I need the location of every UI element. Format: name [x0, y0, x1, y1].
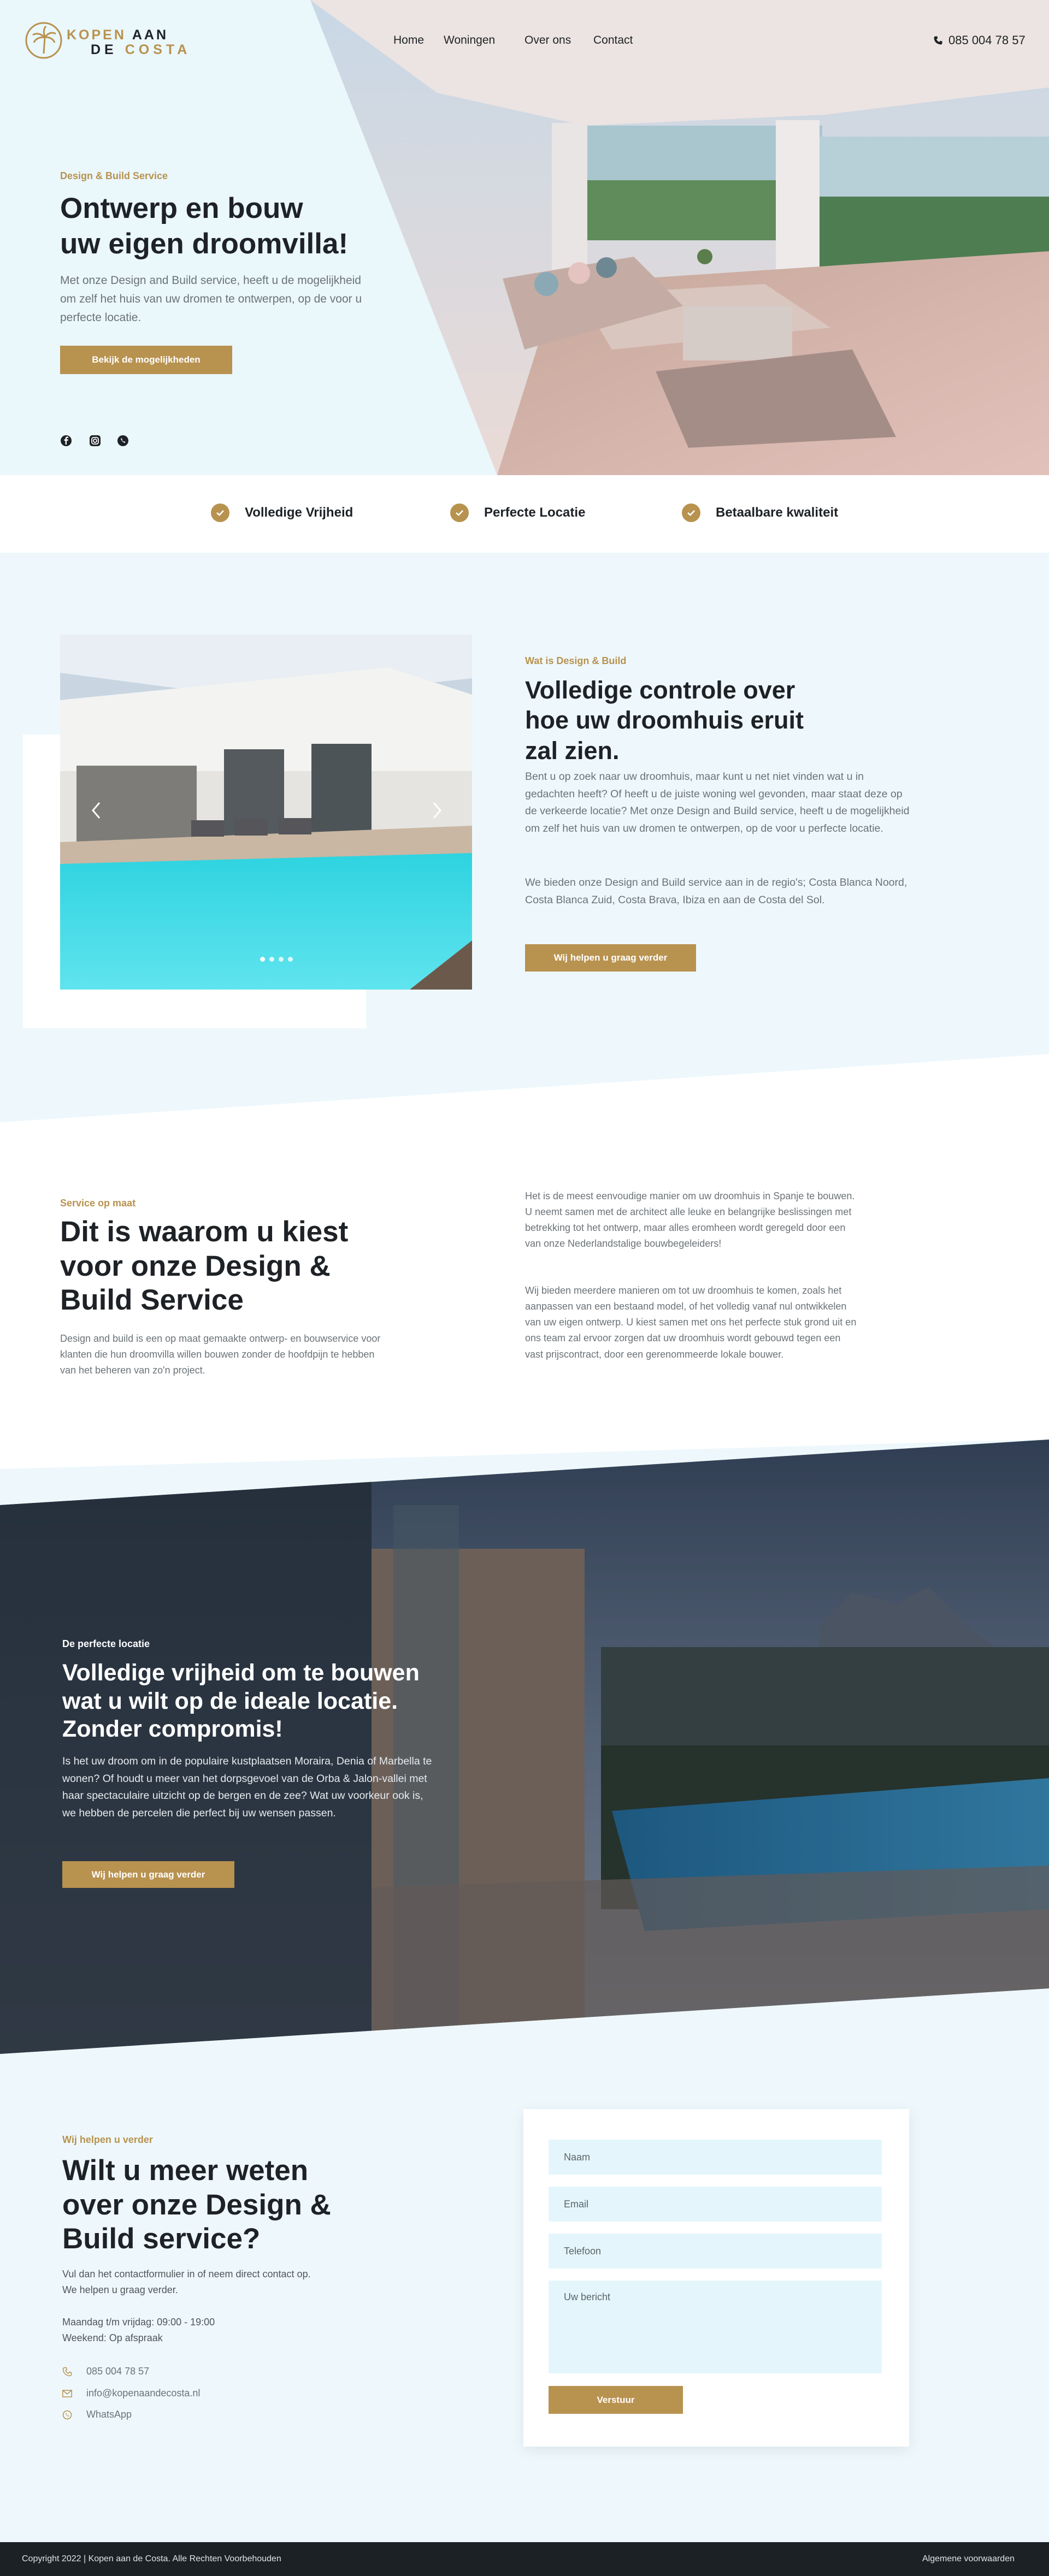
contact-title-line2: over onze Design & [62, 2188, 331, 2221]
mail-icon [62, 2389, 72, 2397]
location-title: Volledige vrijheid om te bouwen wat u wi… [62, 1659, 420, 1744]
contact-whatsapp-label: WhatsApp [86, 2409, 132, 2420]
contact-title: Wilt u meer weten over onze Design & Bui… [62, 2154, 331, 2257]
why-intro: Design and build is een op maat gemaakte… [60, 1333, 381, 1376]
opening-hours: Maandag t/m vrijdag: 09:00 - 19:00 Weeke… [62, 2314, 215, 2346]
location-text: Is het uw droom om in de populaire kustp… [62, 1755, 432, 1819]
logo-wordmark-line2: DE COSTA [91, 42, 191, 57]
message-field[interactable]: Uw bericht [549, 2281, 882, 2373]
contact-text-line2: We helpen u graag verder. [62, 2284, 178, 2296]
nav-contact[interactable]: Contact [593, 34, 633, 47]
contact-phone[interactable]: 085 004 78 57 [62, 2366, 149, 2377]
about-paragraph-1: Bent u op zoek naar uw droomhuis, maar k… [525, 771, 910, 834]
contact-form: Naam Email Telefoon Uw bericht Verstuur [523, 2109, 909, 2447]
contact-email-label: info@kopenaandecosta.nl [86, 2388, 201, 2399]
palm-logo-icon [25, 22, 62, 59]
hero-eyebrow: Design & Build Service [60, 170, 168, 181]
why-paragraph-1: Het is de meest eenvoudige manier om uw … [525, 1191, 855, 1249]
hero-title-line1: Ontwerp en bouw [60, 192, 303, 224]
logo-wordmark-line1: KOPEN AAN [67, 27, 169, 43]
opening-hours-weekend: Weekend: Op afspraak [62, 2332, 163, 2344]
pool-villa-photo [60, 635, 472, 990]
contact-text: Vul dan het contactformulier in of neem … [62, 2266, 311, 2298]
why-title-line2: voor onze Design & [60, 1249, 331, 1282]
check-icon [211, 504, 229, 522]
location-title-line2: wat u wilt op de ideale locatie. [62, 1687, 398, 1714]
whatsapp-icon [62, 2410, 72, 2419]
submit-button[interactable]: Verstuur [549, 2386, 683, 2414]
check-icon [682, 504, 700, 522]
name-field[interactable]: Naam [549, 2140, 882, 2175]
why-paragraph-2: Wij bieden meerdere manieren om tot uw d… [525, 1285, 857, 1360]
contact-email[interactable]: info@kopenaandecosta.nl [62, 2388, 200, 2399]
nav-over-ons[interactable]: Over ons [524, 34, 571, 47]
why-eyebrow: Service op maat [60, 1198, 136, 1209]
slider-dots [260, 957, 293, 962]
contact-phone-label: 085 004 78 57 [86, 2366, 150, 2377]
why-title-line3: Build Service [60, 1284, 244, 1317]
about-title: Volledige controle over hoe uw droomhuis… [525, 675, 804, 766]
phone-icon [934, 36, 942, 45]
facebook-icon[interactable] [60, 435, 72, 447]
why-title-line1: Dit is waarom u kiest [60, 1216, 349, 1248]
whatsapp-icon[interactable] [117, 435, 129, 447]
feature-label: Betaalbare kwaliteit [716, 505, 839, 520]
about-eyebrow: Wat is Design & Build [525, 655, 627, 666]
header-phone-number: 085 004 78 57 [948, 33, 1026, 47]
villa-image-slider[interactable] [60, 635, 472, 990]
about-title-line1: Volledige controle over [525, 676, 795, 704]
about-paragraph-2: We bieden onze Design and Build service … [525, 877, 907, 906]
slider-prev-icon[interactable] [91, 802, 102, 819]
location-eyebrow: De perfecte locatie [62, 1638, 150, 1649]
check-icon [450, 504, 469, 522]
header-phone[interactable]: 085 004 78 57 [933, 33, 1026, 48]
location-cta-button[interactable]: Wij helpen u graag verder [62, 1861, 234, 1888]
phone-icon [62, 2367, 72, 2376]
opening-hours-weekdays: Maandag t/m vrijdag: 09:00 - 19:00 [62, 2317, 215, 2328]
slider-dot[interactable] [269, 957, 274, 962]
contact-title-line3: Build service? [62, 2223, 261, 2255]
hero-text: Met onze Design and Build service, heeft… [60, 274, 362, 324]
about-title-line3: zal zien. [525, 736, 620, 765]
phone-field[interactable]: Telefoon [549, 2234, 882, 2269]
footer-terms-link[interactable]: Algemene voorwaarden [922, 2554, 1015, 2564]
hero-cta-button[interactable]: Bekijk de mogelijkheden [60, 346, 232, 374]
footer: Copyright 2022 | Kopen aan de Costa. All… [0, 2542, 1049, 2576]
location-title-line1: Volledige vrijheid om te bouwen [62, 1660, 420, 1686]
about-title-line2: hoe uw droomhuis eruit [525, 706, 804, 735]
why-title: Dit is waarom u kiest voor onze Design &… [60, 1215, 348, 1318]
feature-item: Perfecte Locatie [450, 504, 585, 522]
contact-whatsapp[interactable]: WhatsApp [62, 2409, 132, 2420]
contact-title-line1: Wilt u meer weten [62, 2154, 309, 2187]
feature-item: Volledige Vrijheid [211, 504, 353, 522]
features-bar: Volledige Vrijheid Perfecte Locatie Beta… [0, 475, 1049, 553]
location-background-photo [0, 1440, 1049, 2054]
feature-item: Betaalbare kwaliteit [682, 504, 838, 522]
nav-home[interactable]: Home [393, 34, 424, 47]
contact-text-line1: Vul dan het contactformulier in of neem … [62, 2269, 311, 2279]
feature-label: Volledige Vrijheid [245, 505, 353, 520]
location-title-line3: Zonder compromis! [62, 1716, 283, 1743]
feature-label: Perfecte Locatie [484, 505, 586, 520]
footer-copyright: Copyright 2022 | Kopen aan de Costa. All… [22, 2554, 281, 2563]
hero-title-line2: uw eigen droomvilla! [60, 227, 349, 260]
slider-dot[interactable] [288, 957, 293, 962]
slider-dot[interactable] [260, 957, 265, 962]
slider-dot[interactable] [279, 957, 284, 962]
about-cta-button[interactable]: Wij helpen u graag verder [525, 944, 696, 972]
hero-title: Ontwerp en bouw uw eigen droomvilla! [60, 191, 348, 262]
email-field[interactable]: Email [549, 2187, 882, 2222]
slider-next-icon[interactable] [432, 802, 443, 819]
nav-woningen[interactable]: Woningen [444, 34, 495, 47]
contact-eyebrow: Wij helpen u verder [62, 2134, 153, 2145]
instagram-icon[interactable] [89, 435, 101, 447]
